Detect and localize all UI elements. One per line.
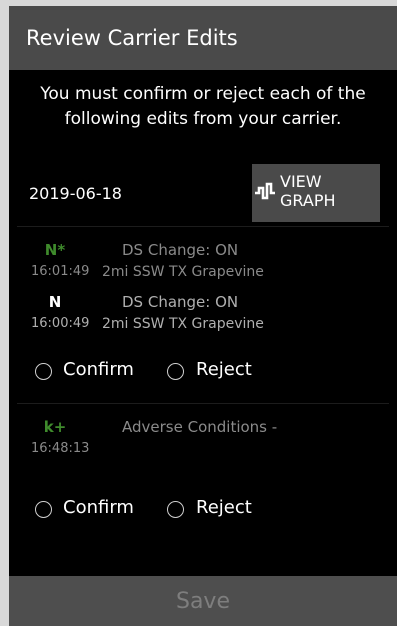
event-description: DS Change: ON xyxy=(122,241,239,259)
event-code: k+ xyxy=(43,418,67,436)
reject-radio[interactable] xyxy=(167,501,184,518)
confirm-reject-row: Confirm Reject xyxy=(9,337,397,403)
event-description: Adverse Conditions - xyxy=(122,418,278,436)
event-location: 2mi SSW TX Grapevine xyxy=(102,316,264,332)
instruction-text: You must confirm or reject each of the f… xyxy=(40,84,366,129)
dialog-title-bar: Review Carrier Edits xyxy=(9,6,397,70)
edit-date: 2019-06-18 xyxy=(29,184,122,203)
confirm-reject-row: Confirm Reject xyxy=(9,480,397,528)
confirm-label[interactable]: Confirm xyxy=(63,359,134,380)
reject-label[interactable]: Reject xyxy=(196,359,252,380)
event-code: N xyxy=(48,293,62,311)
event-location: 2mi SSW TX Grapevine xyxy=(102,264,264,280)
graph-icon xyxy=(254,180,276,206)
event-time: 16:48:13 xyxy=(31,441,90,456)
edit-entry: k+ Adverse Conditions - 16:48:13 xyxy=(9,404,397,480)
event-description: DS Change: ON xyxy=(122,293,239,311)
reject-label[interactable]: Reject xyxy=(196,497,252,518)
edit-entry: N* DS Change: ON 16:01:49 2mi SSW TX Gra… xyxy=(9,227,397,285)
event-code: N* xyxy=(44,241,66,259)
confirm-label[interactable]: Confirm xyxy=(63,497,134,518)
edit-entry: N DS Change: ON 16:00:49 2mi SSW TX Grap… xyxy=(9,279,397,337)
reject-radio[interactable] xyxy=(167,363,184,380)
view-graph-label: VIEW GRAPH xyxy=(280,172,336,210)
event-time: 16:01:49 xyxy=(31,264,90,279)
review-carrier-edits-dialog: Review Carrier Edits You must confirm or… xyxy=(9,6,397,626)
save-label: Save xyxy=(175,588,230,614)
confirm-radio[interactable] xyxy=(35,363,52,380)
event-time: 16:00:49 xyxy=(31,316,90,331)
date-row: 2019-06-18 VIEW GRAPH xyxy=(9,144,397,226)
save-button[interactable]: Save xyxy=(9,576,397,626)
view-graph-button[interactable]: VIEW GRAPH xyxy=(252,164,380,222)
confirm-radio[interactable] xyxy=(35,501,52,518)
dialog-title: Review Carrier Edits xyxy=(26,26,238,50)
